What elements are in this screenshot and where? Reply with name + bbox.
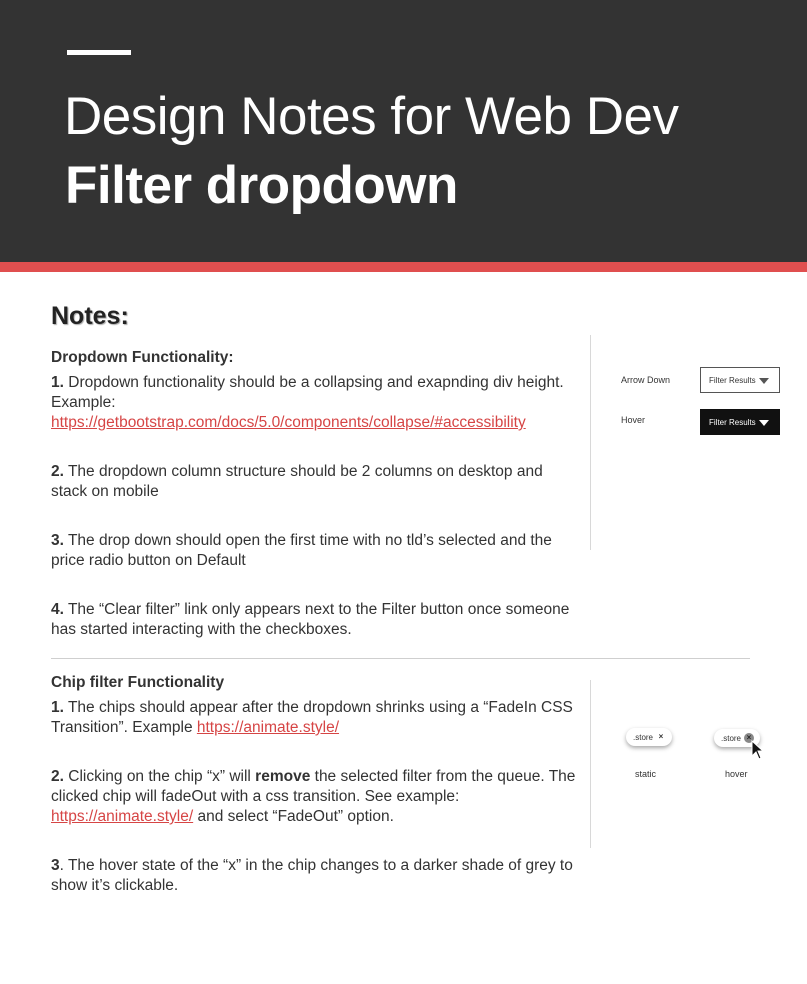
caret-down-icon xyxy=(759,420,769,426)
filter-results-button-default[interactable]: Filter Results xyxy=(700,367,780,393)
note-text: The drop down should open the first time… xyxy=(51,532,552,569)
caret-down-icon xyxy=(759,378,769,384)
header-title: Design Notes for Web Dev xyxy=(64,87,679,146)
dropdown-note-2: 2. The dropdown column structure should … xyxy=(51,462,581,502)
note-number: 1. xyxy=(51,374,64,391)
dropdown-demo-divider xyxy=(590,335,591,550)
note-text: The “Clear filter” link only appears nex… xyxy=(51,601,570,638)
note-text: and select “FadeOut” option. xyxy=(193,808,394,825)
dropdown-heading: Dropdown Functionality: xyxy=(51,349,234,366)
static-label: static xyxy=(635,769,657,779)
animate-style-link[interactable]: https://animate.style/ xyxy=(51,808,193,825)
page-header: Design Notes for Web Dev Filter dropdown xyxy=(0,0,807,262)
note-number: 2. xyxy=(51,768,64,785)
dropdown-notes: Dropdown Functionality: 1. Dropdown func… xyxy=(51,348,581,640)
note-number: 2. xyxy=(51,463,64,480)
note-text: Dropdown functionality should be a colla… xyxy=(51,374,564,411)
note-number: 3. xyxy=(51,532,64,549)
store-chip-static[interactable]: .store × xyxy=(626,728,672,746)
chip-label: .store xyxy=(633,732,654,742)
close-icon[interactable]: × xyxy=(656,732,666,742)
note-number: 4. xyxy=(51,601,64,618)
mouse-pointer-icon xyxy=(751,740,765,760)
chip-label: .store xyxy=(721,733,742,743)
chip-note-2: 2. Clicking on the chip “x” will remove … xyxy=(51,767,581,827)
chip-notes: Chip filter Functionality 1. The chips s… xyxy=(51,673,581,896)
chip-note-1: 1. The chips should appear after the dro… xyxy=(51,698,581,738)
hover-label: Hover xyxy=(621,415,646,425)
section-divider xyxy=(51,658,750,659)
note-bold-text: remove xyxy=(255,768,311,785)
note-text: Clicking on the chip “x” will xyxy=(63,768,256,785)
header-accent-bar xyxy=(67,50,131,55)
dropdown-note-3: 3. The drop down should open the first t… xyxy=(51,531,581,571)
header-subtitle: Filter dropdown xyxy=(65,156,458,215)
note-text: The dropdown column structure should be … xyxy=(51,463,543,500)
animate-style-link[interactable]: https://animate.style/ xyxy=(197,719,339,736)
arrow-down-label: Arrow Down xyxy=(621,375,671,385)
bootstrap-collapse-link[interactable]: https://getbootstrap.com/docs/5.0/compon… xyxy=(51,414,526,431)
chip-note-3: 3. The hover state of the “x” in the chi… xyxy=(51,856,581,896)
note-text: . The hover state of the “x” in the chip… xyxy=(51,857,573,894)
filter-results-label: Filter Results xyxy=(709,375,756,385)
header-red-divider xyxy=(0,262,807,272)
dropdown-note-4: 4. The “Clear filter” link only appears … xyxy=(51,600,581,640)
filter-results-label: Filter Results xyxy=(709,417,756,427)
note-number: 3 xyxy=(51,857,60,874)
hover-state-label: hover xyxy=(725,769,748,779)
chip-heading: Chip filter Functionality xyxy=(51,674,225,691)
filter-results-button-hover[interactable]: Filter Results xyxy=(700,409,780,435)
note-number: 1. xyxy=(51,699,64,716)
notes-heading: Notes: xyxy=(51,302,129,330)
chip-demo-divider xyxy=(590,680,591,848)
dropdown-note-1: 1. Dropdown functionality should be a co… xyxy=(51,373,581,433)
